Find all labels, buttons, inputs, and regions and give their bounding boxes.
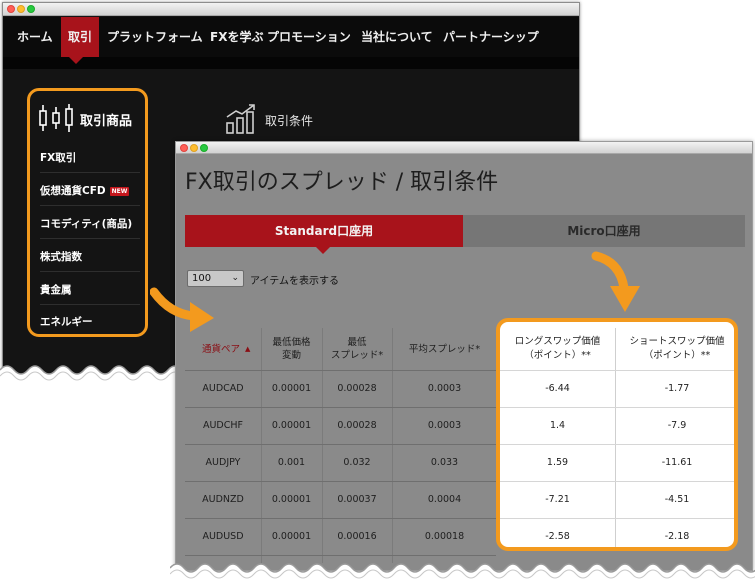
active-nav-pointer bbox=[69, 57, 83, 64]
cell-long-swap: -6.44 bbox=[545, 383, 570, 394]
torn-edge-back bbox=[0, 365, 180, 388]
cell-min-spread: 0.00037 bbox=[337, 494, 377, 505]
column-header-min-spread[interactable]: 最低 スプレッド* bbox=[322, 328, 392, 370]
curved-arrow-icon bbox=[591, 251, 640, 312]
maximize-window-icon[interactable] bbox=[27, 5, 35, 13]
window-titlebar bbox=[3, 3, 579, 16]
cell-avg-spread: 0.0003 bbox=[427, 383, 462, 394]
cell-min-step: 0.00001 bbox=[271, 420, 312, 431]
column-header-long-swap[interactable]: ロングスワップ価値 （ポイント）** bbox=[500, 330, 615, 370]
new-badge: NEW bbox=[109, 186, 130, 196]
menu-item-fx[interactable]: FX取引 bbox=[40, 143, 140, 173]
cell-pair: AUDCHF bbox=[202, 420, 243, 431]
row-divider bbox=[185, 555, 496, 556]
tab-standard-account[interactable]: Standard口座用 bbox=[185, 215, 463, 247]
cell-min-step: 0.00001 bbox=[271, 531, 312, 542]
menu-item-energy[interactable]: エネルギー bbox=[40, 307, 140, 337]
page-size-label: アイテムを表示する bbox=[250, 276, 339, 287]
torn-edge-front bbox=[170, 563, 755, 585]
trading-products-menu: 取引商品 FX取引 仮想通貨CFD NEW コモディティ(商品) 株式指数 貴金属… bbox=[27, 88, 148, 337]
cell-min-step: 0.001 bbox=[277, 457, 306, 468]
cell-pair: AUDUSD bbox=[202, 531, 244, 542]
cell-short-swap: -2.18 bbox=[664, 531, 690, 542]
menu-item-crypto-cfd-label: 仮想通貨CFD bbox=[40, 185, 106, 197]
cell-min-spread: 0.032 bbox=[343, 457, 371, 468]
active-tab-pointer bbox=[316, 247, 330, 254]
trading-conditions-label: 取引条件 bbox=[265, 114, 314, 128]
trading-products-heading: 取引商品 bbox=[38, 103, 138, 133]
cell-pair: AUDNZD bbox=[202, 494, 244, 505]
nav-learn-fx[interactable]: FXを学ぶ bbox=[210, 17, 263, 57]
cell-long-swap: 1.59 bbox=[546, 457, 569, 468]
nav-platform[interactable]: プラットフォーム bbox=[107, 17, 203, 57]
menu-item-crypto-cfd[interactable]: 仮想通貨CFD NEW bbox=[40, 176, 140, 206]
close-window-icon[interactable] bbox=[7, 5, 15, 13]
nav-trading[interactable]: 取引 bbox=[61, 17, 100, 57]
tab-micro-account[interactable]: Micro口座用 bbox=[463, 215, 745, 247]
cell-short-swap: -4.51 bbox=[664, 494, 690, 505]
chevron-down-icon: ⌄ bbox=[231, 273, 239, 283]
nav-partnership[interactable]: パートナーシップ bbox=[443, 17, 539, 57]
cell-avg-spread: 0.033 bbox=[430, 457, 459, 468]
cell-avg-spread: 0.00018 bbox=[424, 531, 465, 542]
candlestick-icon bbox=[39, 104, 73, 132]
column-header-avg-spread[interactable]: 平均スプレッド* bbox=[392, 328, 497, 370]
menu-item-metals[interactable]: 貴金属 bbox=[40, 275, 140, 305]
cell-short-swap: -7.9 bbox=[667, 420, 687, 431]
nav-promotion[interactable]: プロモーション bbox=[267, 17, 351, 57]
cell-avg-spread: 0.0003 bbox=[427, 420, 462, 431]
close-window-icon[interactable] bbox=[180, 144, 188, 152]
menu-item-commodity[interactable]: コモディティ(商品) bbox=[40, 209, 140, 239]
sort-ascending-icon: ▲ bbox=[245, 344, 251, 353]
cell-short-swap: -1.77 bbox=[664, 383, 690, 394]
curved-arrow-icon bbox=[150, 287, 214, 332]
cell-pair: AUDCAD bbox=[202, 383, 244, 394]
page-title: FX取引のスプレッド / 取引条件 bbox=[185, 170, 499, 195]
top-navigation: ホーム 取引 プラットフォーム FXを学ぶ プロモーション 当社について パート… bbox=[3, 17, 579, 57]
cell-short-swap: -11.61 bbox=[661, 457, 693, 468]
window-titlebar-front bbox=[176, 142, 752, 154]
column-header-pair-label: 通貨ペア bbox=[202, 343, 241, 355]
growth-chart-icon bbox=[226, 104, 255, 134]
cell-min-step: 0.00001 bbox=[271, 494, 312, 505]
nav-subbar bbox=[3, 57, 579, 69]
menu-item-indices[interactable]: 株式指数 bbox=[40, 242, 140, 272]
minimize-window-icon[interactable] bbox=[17, 5, 25, 13]
cell-long-swap: -2.58 bbox=[545, 531, 570, 542]
cell-avg-spread: 0.0004 bbox=[427, 494, 462, 505]
minimize-window-icon[interactable] bbox=[190, 144, 198, 152]
column-header-short-swap[interactable]: ショートスワップ価値 （ポイント）** bbox=[616, 330, 734, 370]
maximize-window-icon[interactable] bbox=[200, 144, 208, 152]
trading-conditions-heading[interactable]: 取引条件 bbox=[225, 103, 365, 139]
nav-about[interactable]: 当社について bbox=[361, 17, 433, 57]
nav-home[interactable]: ホーム bbox=[17, 17, 53, 57]
cell-long-swap: 1.4 bbox=[549, 420, 566, 431]
cell-min-spread: 0.00028 bbox=[337, 420, 377, 431]
cell-min-step: 0.00001 bbox=[271, 383, 312, 394]
column-header-min-step[interactable]: 最低価格 変動 bbox=[261, 328, 322, 370]
cell-min-spread: 0.00016 bbox=[337, 531, 377, 542]
swap-highlight-panel: ロングスワップ価値 （ポイント）** ショートスワップ価値 （ポイント）** -… bbox=[496, 318, 738, 551]
cell-long-swap: -7.21 bbox=[545, 494, 570, 505]
cell-pair: AUDJPY bbox=[205, 457, 241, 468]
trading-products-label: 取引商品 bbox=[80, 114, 133, 129]
cell-min-spread: 0.00028 bbox=[337, 383, 377, 394]
